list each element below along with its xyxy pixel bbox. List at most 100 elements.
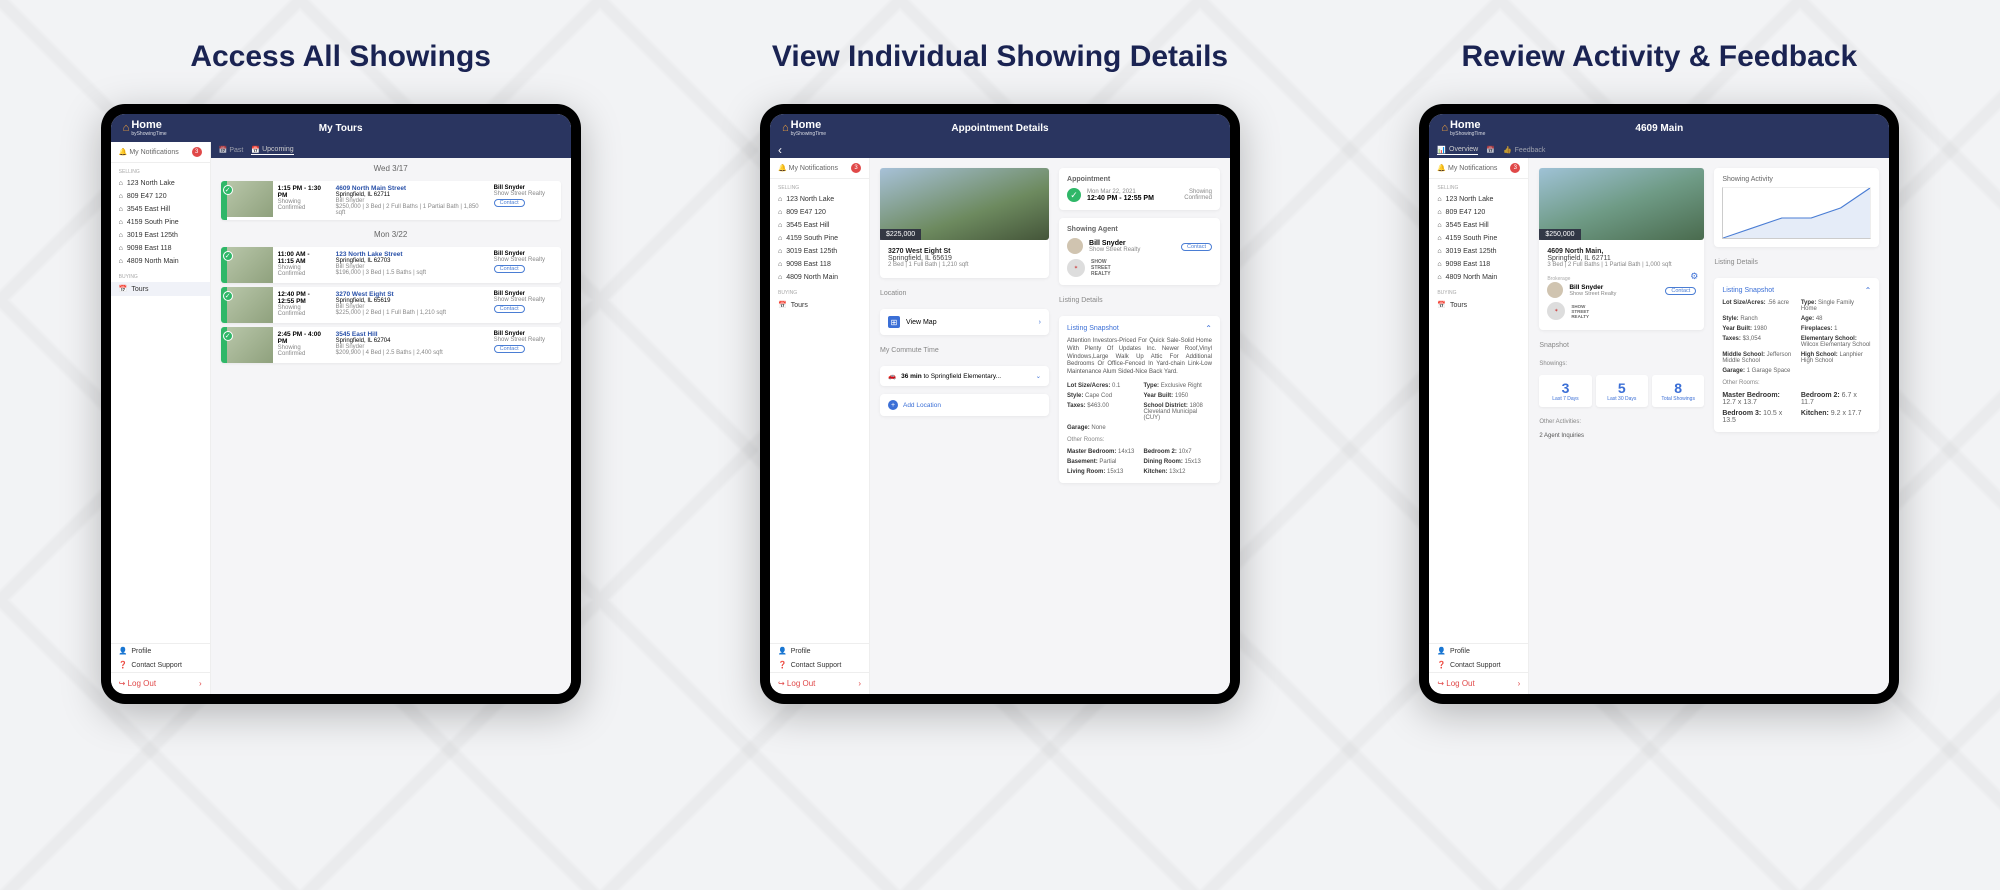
sidebar-item-property[interactable]: ⌂123 North Lake xyxy=(770,193,869,206)
sidebar-item-property[interactable]: ⌂3019 East 125th xyxy=(111,229,210,242)
kv-value: Partial xyxy=(1099,459,1116,465)
kv-value: 1 xyxy=(1834,326,1837,332)
sidebar-item-label: 3019 East 125th xyxy=(127,232,178,239)
sidebar-item-label: Profile xyxy=(791,648,811,655)
kv-value: 15x13 xyxy=(1185,459,1201,465)
contact-button[interactable]: Contact xyxy=(494,345,525,353)
sidebar-item-property[interactable]: ⌂4809 North Main xyxy=(1429,271,1528,284)
sidebar-item-profile[interactable]: 👤 Profile xyxy=(111,644,210,658)
tour-card[interactable]: ✓ 11:00 AM - 11:15 AMShowingConfirmed123 … xyxy=(221,247,561,283)
listing-city: Springfield, IL 65619 xyxy=(888,255,1041,262)
back-button[interactable]: ‹ xyxy=(778,143,782,157)
kv-key: Age: xyxy=(1801,316,1814,322)
tab-other[interactable]: 📅 xyxy=(1486,146,1495,154)
contact-button[interactable]: Contact xyxy=(1665,287,1696,295)
house-icon: ⌂ xyxy=(1437,261,1441,268)
logout-button[interactable]: ↪ Log Out › xyxy=(770,672,869,694)
sidebar-item-property[interactable]: ⌂809 E47 120 xyxy=(1429,206,1528,219)
contact-button[interactable]: Contact xyxy=(494,265,525,273)
tabs-row: 📊 Overview 📅 👍 Feedback xyxy=(1429,142,1889,158)
sidebar-item-property[interactable]: ⌂809 E47 120 xyxy=(111,190,210,203)
kv-value: 1980 xyxy=(1754,326,1767,332)
check-icon: ✓ xyxy=(223,331,233,341)
stat-label: Total Showings xyxy=(1654,396,1702,402)
tab-feedback[interactable]: 👍 Feedback xyxy=(1503,146,1545,154)
kv-key: Master Bedroom: xyxy=(1067,449,1116,455)
check-icon: ✓ xyxy=(223,185,233,195)
stat-box[interactable]: 3Last 7 Days xyxy=(1539,375,1591,407)
gear-icon[interactable]: ⚙ xyxy=(1690,271,1698,282)
tour-time-block: 11:00 AM - 11:15 AMShowingConfirmed xyxy=(273,247,331,283)
sidebar-item-property[interactable]: ⌂4159 South Pine xyxy=(111,216,210,229)
add-location-button[interactable]: + Add Location xyxy=(880,394,1049,416)
kv-key: Master Bedroom: xyxy=(1722,392,1780,399)
sidebar-item-property[interactable]: ⌂3545 East Hill xyxy=(1429,219,1528,232)
notifications-row[interactable]: 🔔 My Notifications 3 xyxy=(770,158,869,179)
sidebar-item-property[interactable]: ⌂3019 East 125th xyxy=(1429,245,1528,258)
contact-button[interactable]: Contact xyxy=(1181,243,1212,251)
page-title: Appointment Details xyxy=(951,123,1048,134)
kv-pair: Kitchen: 9.2 x 17.7 xyxy=(1801,410,1872,424)
sidebar-item-support[interactable]: ❓ Contact Support xyxy=(111,658,210,672)
calendar-icon: 📅 xyxy=(778,301,787,309)
sidebar-item-property[interactable]: ⌂123 North Lake xyxy=(1429,193,1528,206)
tab-upcoming[interactable]: 📅 Upcoming xyxy=(251,146,293,155)
tour-card[interactable]: ✓2:45 PM - 4:00 PMShowingConfirmed3545 E… xyxy=(221,327,561,363)
tab-overview[interactable]: 📊 Overview xyxy=(1437,146,1478,155)
notifications-badge: 3 xyxy=(851,163,861,173)
sidebar-item-property[interactable]: ⌂4809 North Main xyxy=(111,255,210,268)
sidebar-item-property[interactable]: ⌂3019 East 125th xyxy=(770,245,869,258)
chevron-up-icon[interactable]: ⌃ xyxy=(1205,324,1212,333)
tablet-3: ⌂ Home byShowingTime 4609 Main 📊 Overvie… xyxy=(1419,104,1899,704)
sidebar-item-property[interactable]: ⌂9098 East 118 xyxy=(1429,258,1528,271)
contact-button[interactable]: Contact xyxy=(494,199,525,207)
sidebar-item-property[interactable]: ⌂809 E47 120 xyxy=(770,206,869,219)
stat-box[interactable]: 8Total Showings xyxy=(1652,375,1704,407)
sidebar-item-property[interactable]: ⌂4159 South Pine xyxy=(770,232,869,245)
tour-address-block: 123 North Lake StreetSpringfield, IL 627… xyxy=(331,247,489,283)
sidebar-item-label: Contact Support xyxy=(1450,662,1501,669)
kv-value: $463.00 xyxy=(1087,403,1109,409)
commute-row[interactable]: 🚗 36 min to Springfield Elementary... ⌄ xyxy=(880,366,1049,386)
sidebar-item-profile[interactable]: 👤 Profile xyxy=(1429,644,1528,658)
appointment-time: 12:40 PM - 12:55 PM xyxy=(1087,195,1178,202)
tab-past[interactable]: 📅 Past xyxy=(219,146,244,154)
sidebar-item-property[interactable]: ⌂4809 North Main xyxy=(770,271,869,284)
kv-pair: Bedroom 2: 10x7 xyxy=(1144,449,1212,455)
agent-brokerage: Show Street Realty xyxy=(494,257,556,263)
notifications-row[interactable]: 🔔 My Notifications 3 xyxy=(111,142,210,163)
notifications-row[interactable]: 🔔 My Notifications 3 xyxy=(1429,158,1528,179)
sidebar-item-tours[interactable]: 📅 Tours xyxy=(770,298,869,312)
contact-button[interactable]: Contact xyxy=(494,305,525,313)
logout-button[interactable]: ↪ Log Out › xyxy=(111,672,210,694)
user-icon: 👤 xyxy=(1437,647,1446,655)
stat-box[interactable]: 5Last 30 Days xyxy=(1596,375,1648,407)
sidebar-item-support[interactable]: ❓ Contact Support xyxy=(1429,658,1528,672)
kv-pair: High School: Lanphier High School xyxy=(1801,352,1872,364)
sidebar-item-property[interactable]: ⌂9098 East 118 xyxy=(770,258,869,271)
tour-card[interactable]: ✓12:40 PM - 12:55 PMShowingConfirmed3270… xyxy=(221,287,561,323)
sidebar-item-support[interactable]: ❓ Contact Support xyxy=(770,658,869,672)
logout-button[interactable]: ↪ Log Out › xyxy=(1429,672,1528,694)
tabs-row: 📅 Past 📅 Upcoming xyxy=(211,142,571,158)
kv-pair: Master Bedroom: 14x13 xyxy=(1067,449,1135,455)
sidebar-item-tours[interactable]: 📅 Tours xyxy=(1429,298,1528,312)
kv-key: Bedroom 3: xyxy=(1722,410,1761,417)
sidebar-item-profile[interactable]: 👤 Profile xyxy=(770,644,869,658)
notifications-label: My Notifications xyxy=(789,165,838,172)
sidebar-item-tours[interactable]: 📅 Tours xyxy=(111,282,210,296)
activity-chart-card: Showing Activity xyxy=(1714,168,1879,247)
sidebar-item-property[interactable]: ⌂123 North Lake xyxy=(111,177,210,190)
kv-value: Cape Cod xyxy=(1085,393,1112,399)
check-icon: ✓ xyxy=(223,251,233,261)
sidebar-item-property[interactable]: ⌂3545 East Hill xyxy=(770,219,869,232)
view-map-button[interactable]: ⊞ View Map › xyxy=(880,309,1049,335)
sidebar-item-property[interactable]: ⌂4159 South Pine xyxy=(1429,232,1528,245)
home-icon: ⌂ xyxy=(782,122,789,134)
sidebar-item-property[interactable]: ⌂9098 East 118 xyxy=(111,242,210,255)
tour-card[interactable]: ✓1:15 PM - 1:30 PMShowingConfirmed4609 N… xyxy=(221,181,561,220)
kv-key: Kitchen: xyxy=(1144,469,1168,475)
kv-pair: Bedroom 2: 6.7 x 11.7 xyxy=(1801,392,1872,406)
chevron-up-icon[interactable]: ⌃ xyxy=(1865,286,1872,295)
sidebar-item-property[interactable]: ⌂3545 East Hill xyxy=(111,203,210,216)
